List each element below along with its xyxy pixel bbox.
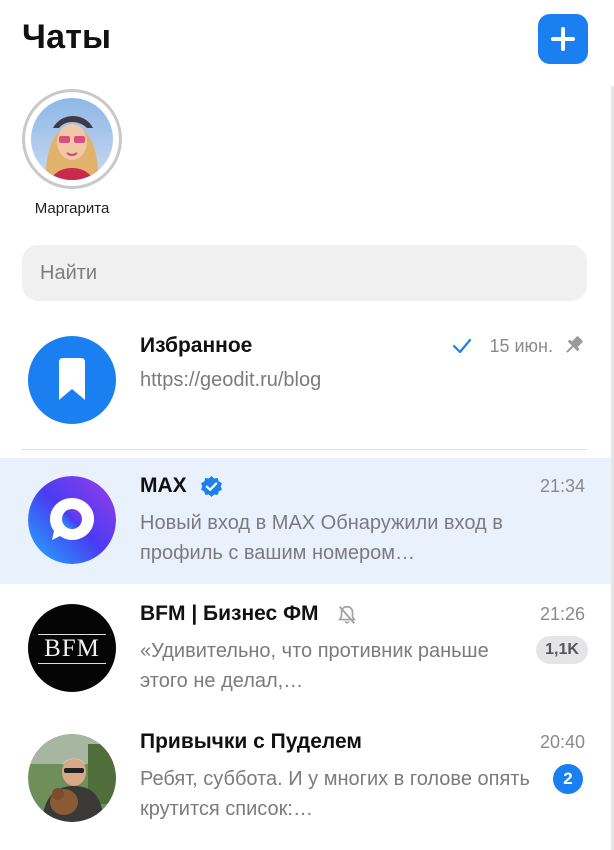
chat-name: Привычки с Пуделем [140,730,362,753]
search-placeholder: Найти [40,262,98,284]
avatar [31,98,113,180]
chat-name: BFM | Бизнес ФМ [140,602,319,625]
page-title: Чаты [22,18,112,56]
muted-bell-icon [338,605,356,624]
verified-badge-icon [201,476,222,497]
story-name: Маргарита [34,200,110,217]
chat-item-bfm[interactable]: BFM BFM | Бизнес ФМ 21:26 «Удивительно, … [0,586,611,712]
chat-time: 20:40 [539,732,585,752]
max-logo-icon [28,476,116,564]
chat-preview: «Удивительно, что противник раньше этого… [140,640,489,692]
chat-name: MAX [140,474,187,497]
unread-badge: 2 [553,764,583,794]
bookmark-icon [59,358,85,400]
story-ring [22,89,122,189]
plus-icon [551,27,575,51]
stories-row: Маргарита [0,86,614,226]
divider [22,449,587,450]
new-chat-button[interactable] [538,14,588,64]
avatar [28,476,116,564]
chat-preview: https://geodit.ru/blog [140,369,322,391]
bfm-logo: BFM [38,634,106,664]
header: Чаты [0,0,614,80]
avatar: BFM [28,604,116,692]
unread-badge: 1,1K [536,636,588,664]
avatar-photo [28,734,116,822]
search-input[interactable]: Найти [22,245,587,301]
chat-time: 15 июн. [489,336,553,356]
chat-item-poodle[interactable]: Привычки с Пуделем 20:40 Ребят, суббота.… [0,714,611,840]
avatar [28,734,116,822]
pin-icon [566,336,583,353]
avatar [28,336,116,424]
chat-time: 21:26 [539,604,585,624]
chat-preview: Новый вход в MAX Обнаружили вход в профи… [140,512,503,564]
chat-item-max[interactable]: MAX 21:34 Новый вход в MAX Обнаружили вх… [0,458,611,584]
chat-item-favorites[interactable]: Избранное 15 июн. https://geodit.ru/blog [0,318,611,444]
chat-time: 21:34 [539,476,585,496]
chat-name: Избранное [140,334,253,357]
chat-preview: Ребят, суббота. И у многих в голове опят… [140,768,530,820]
story-item[interactable]: Маргарита [22,86,122,221]
check-icon [452,338,472,354]
